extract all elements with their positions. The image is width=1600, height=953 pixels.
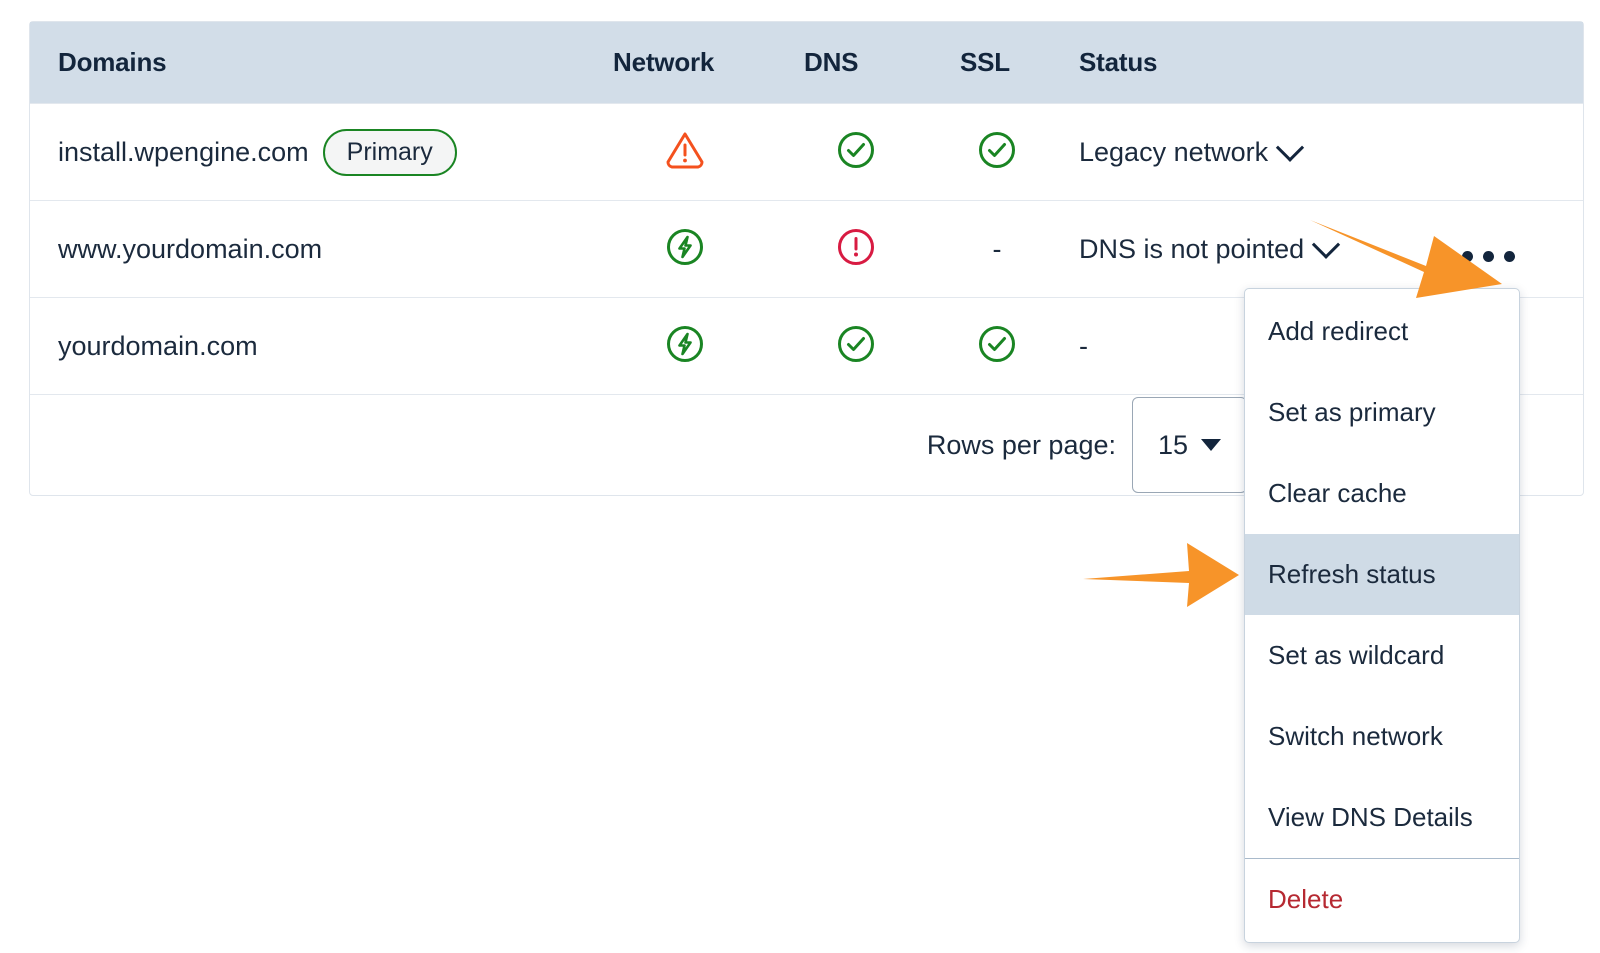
chevron-down-icon[interactable] xyxy=(1276,134,1304,162)
column-header-network: Network xyxy=(590,47,780,78)
status-text: DNS is not pointed xyxy=(1079,234,1304,265)
lightning-circle-icon xyxy=(664,323,706,365)
chevron-down-icon[interactable] xyxy=(1312,231,1340,259)
domain-cell: yourdomain.com xyxy=(30,331,590,362)
table-row[interactable]: install.wpengine.com Primary xyxy=(30,103,1583,200)
dns-status-cell xyxy=(780,323,932,370)
error-circle-icon xyxy=(835,226,877,268)
domain-name: yourdomain.com xyxy=(58,331,258,362)
kebab-dot xyxy=(1504,251,1515,262)
network-status-cell xyxy=(590,128,780,177)
rows-per-page-label: Rows per page: xyxy=(927,430,1116,461)
lightning-circle-icon xyxy=(664,226,706,268)
dns-status-cell xyxy=(780,226,932,273)
table-header-row: Domains Network DNS SSL Status xyxy=(30,22,1583,103)
arrow-to-refresh-item xyxy=(1081,539,1241,616)
column-header-domains: Domains xyxy=(30,47,590,78)
primary-badge: Primary xyxy=(323,129,457,176)
row-actions-kebab[interactable] xyxy=(1462,251,1515,262)
menu-item-refresh-status[interactable]: Refresh status xyxy=(1245,534,1519,615)
menu-item-add-redirect[interactable]: Add redirect xyxy=(1245,291,1519,372)
domain-cell: www.yourdomain.com xyxy=(30,234,590,265)
check-circle-icon xyxy=(835,129,877,171)
check-circle-icon xyxy=(976,323,1018,365)
ssl-empty-value: - xyxy=(993,234,1002,264)
warning-triangle-icon xyxy=(663,128,707,172)
rows-per-page-select[interactable]: 15 xyxy=(1132,397,1247,493)
caret-down-icon xyxy=(1201,439,1221,451)
menu-item-clear-cache[interactable]: Clear cache xyxy=(1245,453,1519,534)
kebab-dot xyxy=(1462,251,1473,262)
ssl-status-cell: - xyxy=(932,234,1062,265)
network-status-cell xyxy=(590,323,780,370)
check-circle-icon xyxy=(976,129,1018,171)
menu-item-switch-network[interactable]: Switch network xyxy=(1245,696,1519,777)
domains-page: Domains Network DNS SSL Status install.w… xyxy=(0,0,1600,953)
status-cell[interactable]: Legacy network xyxy=(1062,137,1583,168)
domain-name: www.yourdomain.com xyxy=(58,234,322,265)
domain-name: install.wpengine.com xyxy=(58,137,309,168)
status-text: - xyxy=(1079,331,1088,362)
check-circle-icon xyxy=(835,323,877,365)
network-status-cell xyxy=(590,226,780,273)
column-header-dns: DNS xyxy=(780,47,932,78)
column-header-status: Status xyxy=(1062,47,1583,78)
menu-item-view-dns-details[interactable]: View DNS Details xyxy=(1245,777,1519,858)
rows-per-page-value: 15 xyxy=(1158,430,1188,461)
table-row[interactable]: www.yourdomain.com xyxy=(30,200,1583,297)
ssl-status-cell xyxy=(932,323,1062,370)
kebab-dot xyxy=(1483,251,1494,262)
menu-item-set-as-primary[interactable]: Set as primary xyxy=(1245,372,1519,453)
domain-cell: install.wpengine.com Primary xyxy=(30,129,590,176)
ssl-status-cell xyxy=(932,129,1062,176)
status-text: Legacy network xyxy=(1079,137,1268,168)
menu-item-set-as-wildcard[interactable]: Set as wildcard xyxy=(1245,615,1519,696)
dns-status-cell xyxy=(780,129,932,176)
column-header-ssl: SSL xyxy=(932,47,1062,78)
row-actions-menu: Add redirect Set as primary Clear cache … xyxy=(1244,288,1520,943)
menu-item-delete[interactable]: Delete xyxy=(1245,859,1519,940)
